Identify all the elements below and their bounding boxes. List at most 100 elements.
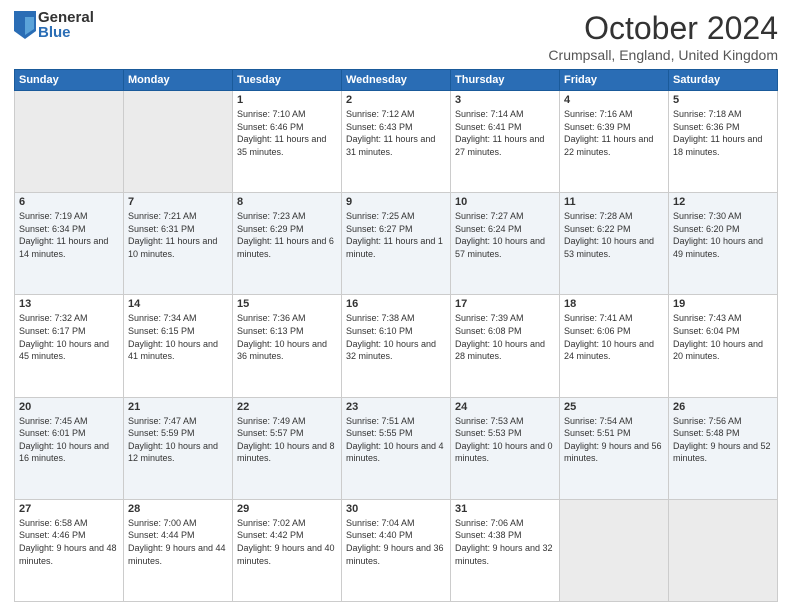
table-row: 2Sunrise: 7:12 AMSunset: 6:43 PMDaylight… xyxy=(342,91,451,193)
day-number: 30 xyxy=(346,503,446,515)
calendar-week-row: 20 Sunrise: 7:45 AMSunset: 6:01 PMDayligh… xyxy=(15,397,778,499)
day-number: 25 xyxy=(564,401,664,413)
table-row: 21 Sunrise: 7:47 AMSunset: 5:59 PMDayligh… xyxy=(124,397,233,499)
col-sunday: Sunday xyxy=(15,70,124,91)
table-row: 7Sunrise: 7:21 AMSunset: 6:31 PMDaylight… xyxy=(124,193,233,295)
day-number: 24 xyxy=(455,401,555,413)
day-info: Sunrise: 7:43 AMSunset: 6:04 PMDaylight:… xyxy=(673,312,773,362)
day-number: 29 xyxy=(237,503,337,515)
table-row: 15Sunrise: 7:36 AMSunset: 6:13 PMDayligh… xyxy=(233,295,342,397)
day-number: 10 xyxy=(455,196,555,208)
table-row: 12 Sunrise: 7:30 AMSunset: 6:20 PMDayligh… xyxy=(669,193,778,295)
day-info: Sunrise: 7:16 AMSunset: 6:39 PMDaylight:… xyxy=(564,108,664,158)
table-row: 28Sunrise: 7:00 AMSunset: 4:44 PMDayligh… xyxy=(124,499,233,601)
day-info: Sunrise: 7:06 AMSunset: 4:38 PMDaylight:… xyxy=(455,517,555,567)
table-row: 19 Sunrise: 7:43 AMSunset: 6:04 PMDayligh… xyxy=(669,295,778,397)
day-info: Sunrise: 7:18 AMSunset: 6:36 PMDaylight:… xyxy=(673,108,773,158)
table-row: 14 Sunrise: 7:34 AMSunset: 6:15 PMDayligh… xyxy=(124,295,233,397)
logo-blue: Blue xyxy=(38,25,94,40)
day-number: 12 xyxy=(673,196,773,208)
logo-general: General xyxy=(38,10,94,25)
table-row: 30 Sunrise: 7:04 AMSunset: 4:40 PMDayligh… xyxy=(342,499,451,601)
day-info: Sunrise: 7:27 AMSunset: 6:24 PMDaylight:… xyxy=(455,210,555,260)
table-row: 22Sunrise: 7:49 AMSunset: 5:57 PMDayligh… xyxy=(233,397,342,499)
day-number: 4 xyxy=(564,94,664,106)
day-info: Sunrise: 7:38 AMSunset: 6:10 PMDaylight:… xyxy=(346,312,446,362)
logo-icon xyxy=(14,11,36,39)
table-row: 17 Sunrise: 7:39 AMSunset: 6:08 PMDayligh… xyxy=(451,295,560,397)
col-saturday: Saturday xyxy=(669,70,778,91)
table-row: 11Sunrise: 7:28 AMSunset: 6:22 PMDayligh… xyxy=(560,193,669,295)
table-row: 9Sunrise: 7:25 AMSunset: 6:27 PMDaylight… xyxy=(342,193,451,295)
table-row: 13 Sunrise: 7:32 AMSunset: 6:17 PMDayligh… xyxy=(15,295,124,397)
table-row: 23 Sunrise: 7:51 AMSunset: 5:55 PMDayligh… xyxy=(342,397,451,499)
day-info: Sunrise: 7:39 AMSunset: 6:08 PMDaylight:… xyxy=(455,312,555,362)
day-info: Sunrise: 7:47 AMSunset: 5:59 PMDaylight:… xyxy=(128,415,228,465)
day-info: Sunrise: 7:45 AMSunset: 6:01 PMDaylight:… xyxy=(19,415,119,465)
title-area: October 2024 Crumpsall, England, United … xyxy=(548,10,778,63)
col-thursday: Thursday xyxy=(451,70,560,91)
day-info: Sunrise: 7:23 AMSunset: 6:29 PMDaylight:… xyxy=(237,210,337,260)
day-info: Sunrise: 7:30 AMSunset: 6:20 PMDaylight:… xyxy=(673,210,773,260)
table-row: 3 Sunrise: 7:14 AMSunset: 6:41 PMDaylight… xyxy=(451,91,560,193)
logo-text: General Blue xyxy=(38,10,94,40)
day-number: 13 xyxy=(19,298,119,310)
month-title: October 2024 xyxy=(548,10,778,47)
calendar-week-row: 27Sunrise: 6:58 AMSunset: 4:46 PMDayligh… xyxy=(15,499,778,601)
table-row: 31 Sunrise: 7:06 AMSunset: 4:38 PMDayligh… xyxy=(451,499,560,601)
table-row xyxy=(15,91,124,193)
day-number: 20 xyxy=(19,401,119,413)
day-number: 21 xyxy=(128,401,228,413)
day-info: Sunrise: 7:12 AMSunset: 6:43 PMDaylight:… xyxy=(346,108,446,158)
header: General Blue October 2024 Crumpsall, Eng… xyxy=(14,10,778,63)
table-row xyxy=(560,499,669,601)
day-info: Sunrise: 7:36 AMSunset: 6:13 PMDaylight:… xyxy=(237,312,337,362)
day-info: Sunrise: 7:02 AMSunset: 4:42 PMDaylight:… xyxy=(237,517,337,567)
day-number: 16 xyxy=(346,298,446,310)
day-number: 9 xyxy=(346,196,446,208)
table-row: 24 Sunrise: 7:53 AMSunset: 5:53 PMDayligh… xyxy=(451,397,560,499)
day-info: Sunrise: 7:41 AMSunset: 6:06 PMDaylight:… xyxy=(564,312,664,362)
table-row: 16 Sunrise: 7:38 AMSunset: 6:10 PMDayligh… xyxy=(342,295,451,397)
calendar-week-row: 6Sunrise: 7:19 AMSunset: 6:34 PMDaylight… xyxy=(15,193,778,295)
table-row: 27Sunrise: 6:58 AMSunset: 4:46 PMDayligh… xyxy=(15,499,124,601)
col-friday: Friday xyxy=(560,70,669,91)
day-info: Sunrise: 7:56 AMSunset: 5:48 PMDaylight:… xyxy=(673,415,773,465)
day-number: 19 xyxy=(673,298,773,310)
calendar-header-row: Sunday Monday Tuesday Wednesday Thursday… xyxy=(15,70,778,91)
day-number: 14 xyxy=(128,298,228,310)
table-row: 25Sunrise: 7:54 AMSunset: 5:51 PMDayligh… xyxy=(560,397,669,499)
day-info: Sunrise: 7:04 AMSunset: 4:40 PMDaylight:… xyxy=(346,517,446,567)
day-info: Sunrise: 7:49 AMSunset: 5:57 PMDaylight:… xyxy=(237,415,337,465)
day-number: 23 xyxy=(346,401,446,413)
day-number: 8 xyxy=(237,196,337,208)
day-info: Sunrise: 7:51 AMSunset: 5:55 PMDaylight:… xyxy=(346,415,446,465)
day-number: 28 xyxy=(128,503,228,515)
table-row: 26 Sunrise: 7:56 AMSunset: 5:48 PMDayligh… xyxy=(669,397,778,499)
calendar-table: Sunday Monday Tuesday Wednesday Thursday… xyxy=(14,69,778,602)
table-row: 8 Sunrise: 7:23 AMSunset: 6:29 PMDaylight… xyxy=(233,193,342,295)
day-info: Sunrise: 7:53 AMSunset: 5:53 PMDaylight:… xyxy=(455,415,555,465)
day-number: 5 xyxy=(673,94,773,106)
page: General Blue October 2024 Crumpsall, Eng… xyxy=(0,0,792,612)
day-number: 3 xyxy=(455,94,555,106)
table-row: 18 Sunrise: 7:41 AMSunset: 6:06 PMDayligh… xyxy=(560,295,669,397)
day-number: 17 xyxy=(455,298,555,310)
day-info: Sunrise: 7:14 AMSunset: 6:41 PMDaylight:… xyxy=(455,108,555,158)
table-row: 5 Sunrise: 7:18 AMSunset: 6:36 PMDaylight… xyxy=(669,91,778,193)
day-number: 27 xyxy=(19,503,119,515)
day-number: 18 xyxy=(564,298,664,310)
day-info: Sunrise: 7:21 AMSunset: 6:31 PMDaylight:… xyxy=(128,210,228,260)
table-row: 29 Sunrise: 7:02 AMSunset: 4:42 PMDayligh… xyxy=(233,499,342,601)
day-info: Sunrise: 7:28 AMSunset: 6:22 PMDaylight:… xyxy=(564,210,664,260)
day-number: 26 xyxy=(673,401,773,413)
logo: General Blue xyxy=(14,10,94,40)
day-info: Sunrise: 7:10 AMSunset: 6:46 PMDaylight:… xyxy=(237,108,337,158)
table-row xyxy=(669,499,778,601)
day-number: 1 xyxy=(237,94,337,106)
day-info: Sunrise: 7:34 AMSunset: 6:15 PMDaylight:… xyxy=(128,312,228,362)
day-number: 31 xyxy=(455,503,555,515)
day-info: Sunrise: 7:32 AMSunset: 6:17 PMDaylight:… xyxy=(19,312,119,362)
table-row xyxy=(124,91,233,193)
table-row: 20 Sunrise: 7:45 AMSunset: 6:01 PMDayligh… xyxy=(15,397,124,499)
